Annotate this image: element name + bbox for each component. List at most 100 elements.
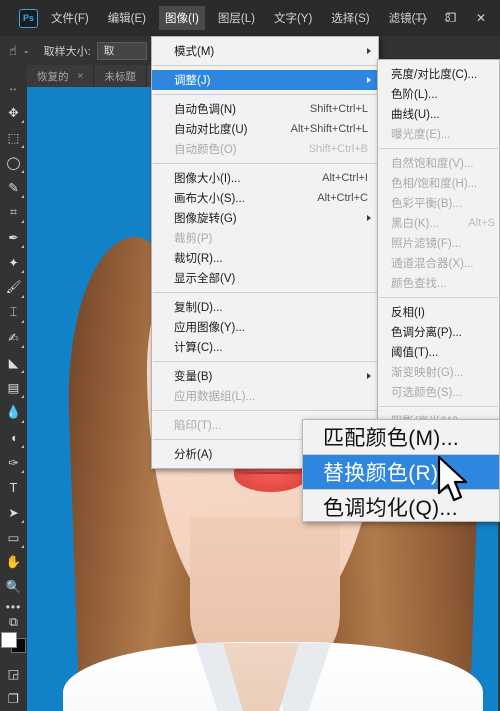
brush-tool[interactable]: 🖌: [2, 275, 25, 300]
submenu-item-levels[interactable]: 色阶(L)...: [378, 84, 499, 104]
submenu-item-gradient-map: 渐变映射(G)...: [378, 362, 499, 382]
menu-item-shortcut: Alt+S: [468, 217, 495, 229]
lip-line: [236, 472, 306, 474]
menu-edit[interactable]: 编辑(E): [102, 6, 152, 30]
crop-tool[interactable]: ⌗: [2, 200, 25, 225]
menu-image[interactable]: 图像(I): [159, 6, 205, 30]
screen-mode-icon[interactable]: ❐: [2, 686, 25, 711]
clone-stamp-tool[interactable]: ⌶: [2, 300, 25, 325]
gradient-tool[interactable]: ▤: [2, 375, 25, 400]
menu-item-auto-tone[interactable]: 自动色调(N) Shift+Ctrl+L: [152, 99, 378, 119]
menu-item-trim[interactable]: 裁切(R)...: [152, 248, 378, 268]
submenu-item-exposure: 曝光度(E)...: [378, 124, 499, 144]
pen-tool[interactable]: ✑: [2, 450, 25, 475]
spot-healing-brush-tool[interactable]: ✦: [2, 250, 25, 275]
close-button[interactable]: ✕: [466, 3, 496, 33]
eyedropper-tool[interactable]: ✒: [2, 225, 25, 250]
panel-grip[interactable]: ••: [10, 85, 18, 94]
zoom-item-match-color[interactable]: 匹配颜色(M)...: [303, 420, 499, 454]
menu-item-shortcut: Alt+Ctrl+I: [322, 172, 368, 184]
submenu-item-hue-saturation: 色相/饱和度(H)...: [378, 173, 499, 193]
menu-separator: [379, 148, 498, 149]
menu-item-label: 自动颜色(O): [174, 144, 237, 156]
menu-select[interactable]: 选择(S): [325, 6, 375, 30]
menu-type[interactable]: 文字(Y): [268, 6, 318, 30]
image-menu-dropdown[interactable]: 模式(M) 调整(J) 自动色调(N) Shift+Ctrl+L 自动对比度(U…: [151, 36, 379, 469]
menu-layer[interactable]: 图层(L): [212, 6, 261, 30]
menu-item-adjustments[interactable]: 调整(J): [152, 70, 378, 90]
menu-item-label: 应用数据组(L)...: [174, 391, 256, 403]
chevron-right-icon: [367, 48, 371, 54]
menu-item-label: 图像大小(I)...: [174, 173, 241, 185]
menu-item-image-size[interactable]: 图像大小(I)... Alt+Ctrl+I: [152, 168, 378, 188]
eraser-tool[interactable]: ◣: [2, 350, 25, 375]
quick-mask-icon[interactable]: ◲: [2, 661, 25, 686]
adjustments-submenu[interactable]: 亮度/对比度(C)... 色阶(L)... 曲线(U)... 曝光度(E)...…: [377, 59, 500, 436]
default-colors-icon[interactable]: ⧉: [2, 614, 25, 630]
menu-item-label: 模式(M): [174, 46, 215, 58]
menu-item-label: 应用图像(Y)...: [174, 322, 245, 334]
history-brush-tool[interactable]: ✍: [2, 325, 25, 350]
document-tab-untitled[interactable]: 未标题: [94, 65, 147, 87]
chevron-right-icon: [367, 373, 371, 379]
hand-tool[interactable]: ✋: [2, 550, 25, 575]
dodge-tool[interactable]: ◖: [2, 425, 25, 450]
sample-size-dropdown[interactable]: 取: [96, 41, 147, 60]
menu-file[interactable]: 文件(F): [45, 6, 95, 30]
zoom-tool[interactable]: 🔍: [2, 575, 25, 600]
sample-size-label: 取样大小:: [43, 45, 91, 58]
menu-item-label: 自动对比度(U): [174, 124, 248, 136]
menu-item-label: 阈值(T)...: [391, 347, 439, 359]
blur-tool[interactable]: 💧: [2, 400, 25, 425]
submenu-item-invert[interactable]: 反相(I): [378, 302, 499, 322]
maximize-button[interactable]: ❐: [436, 3, 466, 33]
photoshop-logo-icon: Ps: [19, 8, 38, 28]
chevron-right-icon: [367, 77, 371, 83]
submenu-item-black-white: 黑白(K)... Alt+S: [378, 213, 499, 233]
move-tool[interactable]: ✥: [2, 100, 25, 125]
quick-selection-tool[interactable]: ✎: [2, 175, 25, 200]
menu-item-label: 自动色调(N): [174, 104, 236, 116]
menu-item-label: 色阶(L)...: [391, 89, 438, 101]
menu-item-reveal-all[interactable]: 显示全部(V): [152, 268, 378, 288]
minimize-button[interactable]: —: [406, 3, 436, 33]
menu-item-mode[interactable]: 模式(M): [152, 41, 378, 61]
menu-item-calculations[interactable]: 计算(C)...: [152, 337, 378, 357]
close-icon[interactable]: ×: [78, 71, 84, 82]
menu-separator: [153, 410, 377, 411]
active-tool-icon[interactable]: ☝: [9, 43, 17, 59]
color-swatches[interactable]: [1, 632, 26, 653]
menu-item-label: 画布大小(S)...: [174, 193, 245, 205]
rectangle-tool[interactable]: ▭: [2, 525, 25, 550]
menu-item-duplicate[interactable]: 复制(D)...: [152, 297, 378, 317]
submenu-item-threshold[interactable]: 阈值(T)...: [378, 342, 499, 362]
menu-item-label: 通道混合器(X)...: [391, 258, 474, 270]
submenu-item-posterize[interactable]: 色调分离(P)...: [378, 322, 499, 342]
tab-label: 未标题: [104, 70, 136, 83]
menu-item-auto-color: 自动颜色(O) Shift+Ctrl+B: [152, 139, 378, 159]
menu-item-canvas-size[interactable]: 画布大小(S)... Alt+Ctrl+C: [152, 188, 378, 208]
chevron-down-icon[interactable]: ⌄: [23, 46, 30, 55]
edit-toolbar-icon[interactable]: •••: [6, 600, 22, 614]
menu-item-label: 裁切(R)...: [174, 253, 223, 265]
rectangular-marquee-tool[interactable]: ⬚: [2, 125, 25, 150]
menu-item-label: 曝光度(E)...: [391, 129, 451, 141]
menu-item-label: 匹配颜色(M)...: [323, 427, 459, 450]
document-tab-restored[interactable]: 恢复的 ×: [27, 65, 95, 87]
path-selection-tool[interactable]: ➤: [2, 500, 25, 525]
menu-item-crop: 裁剪(P): [152, 228, 378, 248]
menu-item-image-rotation[interactable]: 图像旋转(G): [152, 208, 378, 228]
menu-item-variables[interactable]: 变量(B): [152, 366, 378, 386]
lasso-tool[interactable]: ◯: [2, 150, 25, 175]
menu-item-label: 颜色查找...: [391, 278, 447, 290]
menu-separator: [153, 361, 377, 362]
horizontal-type-tool[interactable]: T: [2, 475, 25, 500]
menu-item-shortcut: Shift+Ctrl+B: [308, 143, 368, 155]
menu-item-apply-image[interactable]: 应用图像(Y)...: [152, 317, 378, 337]
submenu-item-brightness-contrast[interactable]: 亮度/对比度(C)...: [378, 64, 499, 84]
menu-item-shortcut: Alt+Shift+Ctrl+L: [290, 123, 368, 135]
submenu-item-photo-filter: 照片滤镜(F)...: [378, 233, 499, 253]
submenu-item-curves[interactable]: 曲线(U)...: [378, 104, 499, 124]
foreground-color-swatch[interactable]: [1, 632, 17, 648]
menu-item-auto-contrast[interactable]: 自动对比度(U) Alt+Shift+Ctrl+L: [152, 119, 378, 139]
